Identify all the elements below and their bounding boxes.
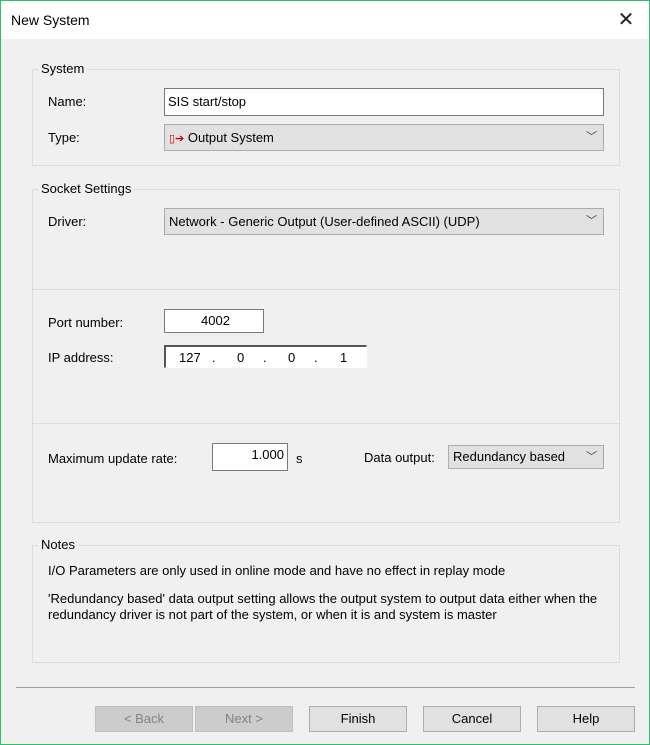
notes-line-1: I/O Parameters are only used in online m… [48,563,506,578]
finish-button[interactable]: Finish [309,706,407,732]
notes-line-2: 'Redundancy based' data output setting a… [48,591,598,622]
ip-label: IP address: [48,350,114,365]
type-label: Type: [48,130,80,145]
divider [16,687,635,688]
ip-octet-2[interactable]: 0 [237,347,244,368]
ip-octet-3[interactable]: 0 [288,347,295,368]
socket-legend: Socket Settings [38,181,135,196]
chevron-down-icon: ﹀ [586,131,597,143]
type-value: Output System [187,130,274,145]
cancel-button[interactable]: Cancel [423,706,521,732]
driver-label: Driver: [48,214,87,229]
type-select[interactable]: ▯➔ Output System ﹀ [164,124,604,151]
rate-unit: s [296,451,303,466]
system-group: System [32,61,620,166]
close-icon[interactable]: ✕ [613,7,639,33]
port-input[interactable]: 4002 [164,309,264,333]
ip-dot: . [263,350,267,365]
driver-select[interactable]: Network - Generic Output (User-defined A… [164,208,604,235]
rate-input[interactable]: 1.000 [212,443,288,471]
help-button[interactable]: Help [537,706,635,732]
output-system-icon: ▯➔ [169,133,185,145]
driver-value: Network - Generic Output (User-defined A… [169,214,480,229]
data-output-select[interactable]: Redundancy based ﹀ [448,445,604,469]
chevron-down-icon: ﹀ [586,215,597,227]
ip-dot: . [314,350,318,365]
divider [33,289,619,290]
next-button[interactable]: Next > [195,706,293,732]
notes-legend: Notes [38,537,78,552]
port-label: Port number: [48,315,124,330]
rate-label: Maximum update rate: [48,451,178,466]
ip-octet-1[interactable]: 127 [179,347,201,368]
new-system-dialog: New System ✕ System Name: SIS start/stop… [0,0,650,745]
window-title: New System [11,12,90,28]
data-output-label: Data output: [364,450,435,465]
ip-octet-4[interactable]: 1 [340,347,347,368]
data-output-value: Redundancy based [453,449,566,464]
system-legend: System [38,61,88,76]
chevron-down-icon: ﹀ [586,451,597,463]
ip-address-input[interactable]: 127 . 0 . 0 . 1 [164,345,367,368]
name-label: Name: [48,94,87,109]
name-input[interactable]: SIS start/stop [164,88,604,116]
back-button[interactable]: < Back [95,706,193,732]
ip-dot: . [212,350,216,365]
title-bar: New System ✕ [1,1,649,39]
divider [33,423,619,424]
